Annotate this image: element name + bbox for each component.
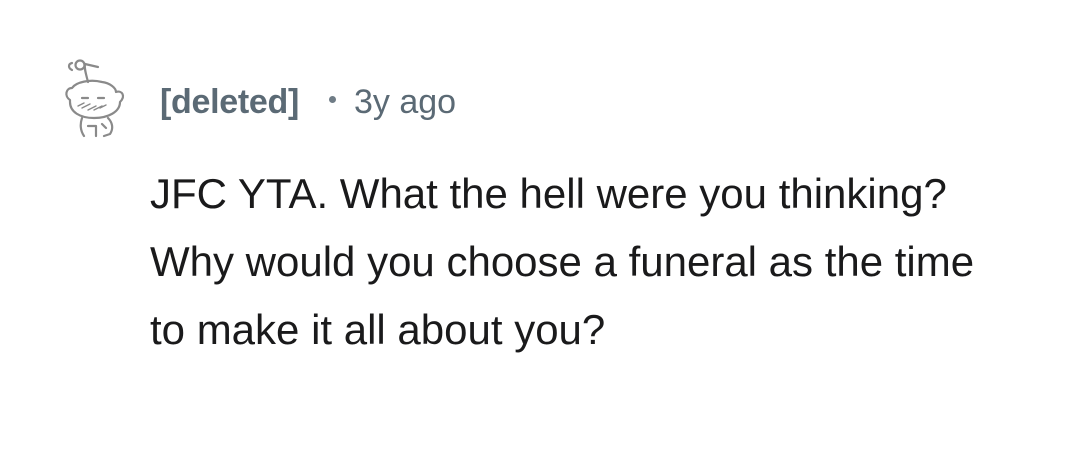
deleted-user-avatar-icon[interactable] xyxy=(58,56,130,140)
comment-timestamp[interactable]: 3y ago xyxy=(354,83,456,122)
author-username[interactable]: [deleted] xyxy=(160,83,299,122)
comment: [deleted] 3y ago JFC YTA. What the hell … xyxy=(0,0,1080,462)
comment-meta: [deleted] 3y ago xyxy=(160,80,456,124)
dot-icon xyxy=(328,95,336,103)
comment-body: JFC YTA. What the hell were you thinking… xyxy=(150,170,975,353)
